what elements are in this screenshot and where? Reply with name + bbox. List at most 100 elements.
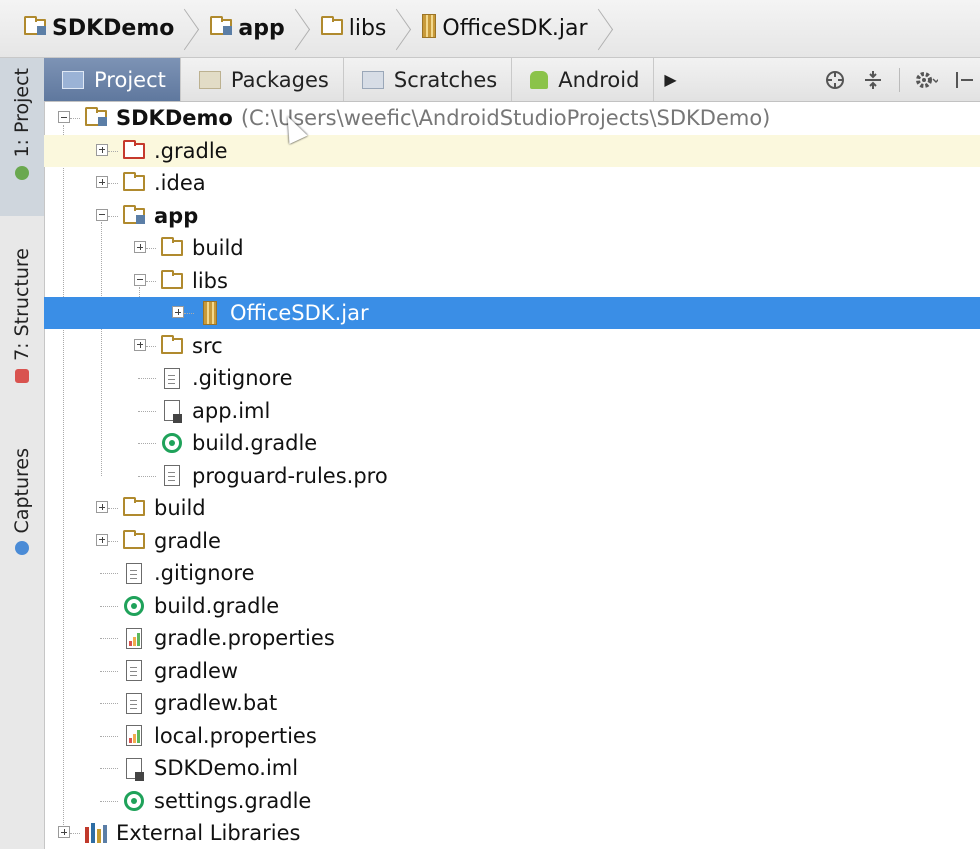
tree-connector (138, 475, 156, 477)
gradle-file-icon (162, 433, 182, 453)
gear-icon[interactable] (914, 68, 938, 92)
breadcrumb-sdkdemo[interactable]: SDKDemo (18, 9, 182, 49)
tree-node[interactable]: OfficeSDK.jar (44, 297, 980, 329)
breadcrumb-app[interactable]: app (204, 9, 292, 49)
folder-icon (123, 529, 145, 549)
expand-node-icon[interactable] (96, 501, 108, 513)
expand-node-icon[interactable] (134, 338, 146, 351)
node-icon-wrapper (120, 690, 148, 716)
tree-node-content: gradlew.bat (120, 690, 277, 716)
crosshair-icon[interactable] (823, 68, 847, 92)
tree-node[interactable]: SDKDemo.iml (44, 752, 980, 784)
tree-node-content: gradle.properties (120, 625, 335, 651)
tab-scratches[interactable]: Scratches (344, 58, 513, 101)
tree-node-content: local.properties (120, 723, 317, 749)
tab-structure-tool-window[interactable]: 7: Structure (0, 248, 44, 408)
tree-connector (138, 378, 156, 379)
tree-node-content: build.gradle (158, 430, 317, 456)
tree-node[interactable]: app (44, 200, 980, 232)
tree-node[interactable]: app.iml (44, 395, 980, 427)
collapse-icon[interactable] (861, 68, 885, 92)
node-icon-wrapper (120, 723, 148, 749)
folder-icon (161, 237, 183, 256)
tab-project-tool-window[interactable]: 1: Project (0, 58, 44, 216)
tree-node[interactable]: build.gradle (44, 427, 980, 459)
tree-node-label: .gradle (154, 138, 228, 163)
breadcrumb-separator (596, 9, 618, 49)
tree-node-label: src (192, 333, 223, 358)
project-tool-window-header: Project Packages Scratches Android ▶ (44, 58, 980, 102)
collapse-node-icon[interactable] (96, 208, 108, 221)
collapse-node-icon[interactable] (58, 111, 70, 123)
tree-node-root[interactable]: SDKDemo (C:\Users\weefic\AndroidStudioPro… (44, 102, 980, 134)
jar-icon (422, 13, 437, 44)
tab-label: Project (94, 67, 166, 92)
excluded-folder-icon (123, 139, 145, 159)
tree-node[interactable]: gradle.properties (44, 622, 980, 654)
tree-connector (70, 118, 80, 119)
text-file-icon (164, 367, 180, 389)
tree-node-content: app.iml (158, 398, 270, 424)
tree-node-content: SDKDemo.iml (120, 755, 298, 781)
tab-project[interactable]: Project (44, 58, 181, 101)
tree-connector (108, 508, 118, 509)
expand-node-icon[interactable] (96, 533, 108, 546)
tree-node[interactable]: local.properties (44, 720, 980, 752)
expand-node-icon[interactable] (58, 826, 70, 838)
tree-node-content: proguard-rules.pro (158, 463, 388, 489)
collapse-node-icon[interactable] (134, 273, 146, 286)
text-file-icon (126, 660, 142, 681)
gradle-file-icon (124, 790, 144, 811)
tab-captures-tool-window[interactable]: Captures (0, 448, 44, 578)
tree-node-content: settings.gradle (120, 788, 311, 814)
tree-node-label: .idea (154, 171, 206, 195)
expand-node-icon[interactable] (96, 176, 108, 188)
tab-label: Scratches (393, 67, 498, 92)
node-icon-wrapper (158, 235, 186, 261)
tree-node[interactable]: .gradle (44, 134, 980, 167)
tab-packages[interactable]: Packages (181, 58, 344, 101)
node-icon-wrapper (120, 788, 148, 814)
tree-node[interactable]: src (44, 330, 980, 362)
tree-node[interactable]: settings.gradle (44, 785, 980, 817)
expand-node-icon[interactable] (96, 143, 108, 156)
android-icon (530, 70, 549, 89)
tree-node-label: proguard-rules.pro (192, 463, 388, 488)
project-tree[interactable]: SDKDemo (C:\Users\weefic\AndroidStudioPro… (44, 102, 980, 849)
tree-node[interactable]: proguard-rules.pro (44, 460, 980, 492)
tree-connector (100, 800, 118, 802)
properties-file-icon (126, 627, 142, 649)
tree-node-label: app (154, 203, 199, 228)
module-folder-icon (210, 16, 233, 41)
tree-node-content: External Libraries (82, 820, 301, 846)
tree-connector (70, 833, 80, 834)
jar-icon (203, 301, 217, 325)
tree-node-content: build (120, 495, 206, 521)
more-tabs-button[interactable]: ▶ (654, 58, 686, 101)
tree-node[interactable]: build (44, 492, 980, 524)
tree-node[interactable]: gradle (44, 525, 980, 557)
tree-node[interactable]: build (44, 232, 980, 264)
breadcrumb-officesdk-jar[interactable]: OfficeSDK.jar (416, 9, 595, 49)
tree-node[interactable]: gradlew (44, 655, 980, 687)
tree-node-content: OfficeSDK.jar (196, 300, 369, 326)
breadcrumb-separator (394, 9, 416, 49)
tree-connector (138, 410, 156, 412)
hide-icon[interactable] (952, 68, 976, 92)
tree-node[interactable]: libs (44, 265, 980, 297)
folder-icon (123, 497, 145, 516)
tree-node[interactable]: .idea (44, 167, 980, 199)
node-icon-wrapper (158, 463, 186, 489)
tree-node-external-libraries[interactable]: External Libraries (44, 817, 980, 849)
expand-node-icon[interactable] (172, 306, 184, 318)
tree-node[interactable]: build.gradle (44, 590, 980, 622)
tree-node[interactable]: .gitignore (44, 362, 980, 394)
tree-node[interactable]: gradlew.bat (44, 687, 980, 719)
node-icon-wrapper (120, 495, 148, 521)
tree-node-label: app.iml (192, 398, 271, 423)
expand-node-icon[interactable] (134, 241, 146, 253)
tab-android[interactable]: Android (512, 58, 655, 101)
tree-node[interactable]: .gitignore (44, 557, 980, 589)
text-file-icon (126, 562, 142, 584)
tab-label: Packages (230, 67, 329, 92)
